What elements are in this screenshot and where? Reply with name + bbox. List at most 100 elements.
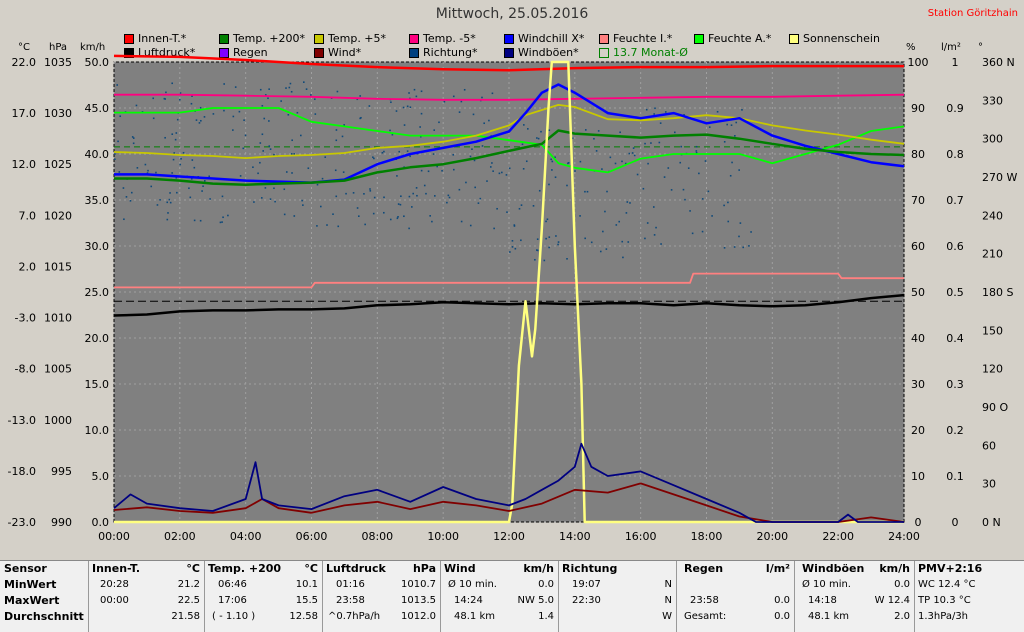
direction-point [273,187,275,190]
direction-point [687,167,690,169]
direction-point [465,181,467,184]
direction-point [723,140,726,143]
direction-point [698,172,700,175]
direction-point [574,170,576,172]
axis-direction-tick: 330 [982,94,1003,107]
direction-point [741,109,743,111]
axis-lm2-tick: 0.2 [946,424,964,437]
direction-point [406,105,409,108]
direction-point [501,171,503,174]
boeen-unit: km/h [879,562,910,575]
druck-trend: ^0.7hPa/h [328,611,381,622]
axis-kmh-tick: 10.0 [85,424,110,437]
axis-temp-tick: -3.0 [15,312,36,325]
direction-point [221,221,223,223]
direction-point [670,189,673,191]
direction-point [389,218,392,221]
regen-total-value: 0.0 [774,611,790,622]
direction-point [704,160,707,162]
direction-point [472,113,475,116]
direction-point [622,256,624,259]
axis-direction-tick: 210 [982,248,1003,261]
direction-point [391,133,394,136]
direction-point [452,154,455,156]
axis-direction-tick: 30 [982,478,996,491]
direction-point [425,192,427,195]
druck-max-time: 23:58 [336,595,365,606]
axis-percent-tick: 40 [911,332,925,345]
axis-lm2-tick: 0.4 [946,332,964,345]
direction-point [116,84,118,86]
direction-point [695,145,698,148]
direction-point [684,198,686,201]
direction-point [496,207,498,210]
direction-point [667,167,670,169]
direction-point [595,150,598,152]
direction-point [335,195,338,198]
direction-point [406,150,409,152]
direction-point [335,129,338,131]
direction-point [621,160,623,163]
axis-temp-tick: 12.0 [12,158,37,171]
boeen-min-label: Ø 10 min. [802,579,851,590]
direction-point [316,183,319,186]
direction-point [152,117,155,120]
axis-percent-tick: 60 [911,240,925,253]
direction-point [242,147,245,150]
direction-point [545,220,547,223]
direction-point [731,161,733,164]
druck-min-value: 1010.7 [401,579,436,590]
direction-point [359,95,361,97]
direction-point [446,201,448,204]
direction-point [397,215,399,218]
direction-point [364,223,366,226]
direction-point [296,111,299,114]
stats-col-druck: Luftdruck hPa 01:16 1010.7 23:58 1013.5 ^0.… [322,561,441,632]
axis-percent-tick: 20 [911,424,925,437]
direction-point [244,134,247,137]
direction-point [383,150,385,153]
direction-point [369,188,371,190]
direction-point [492,170,494,172]
direction-point [590,241,593,244]
direction-point [176,191,178,194]
direction-point [498,172,501,175]
direction-point [203,116,206,118]
direction-point [460,220,463,223]
pmv-dewpoint: TP 10.3 °C [918,595,971,606]
direction-point [147,169,149,172]
direction-point [163,97,166,100]
direction-point [545,237,547,240]
direction-point [647,162,649,165]
direction-point [358,215,360,217]
axis-time-tick: 02:00 [164,530,196,543]
innen-min-time: 20:28 [100,579,129,590]
direction-point [689,210,691,212]
direction-point [521,143,524,146]
axis-direction-tick: 60 [982,439,996,452]
stats-panel: Sensor MinWert MaxWert Durchschnitt Inne… [0,560,1024,632]
direction-point [261,104,264,107]
direction-point [416,194,418,197]
direction-point [434,195,436,197]
direction-point [584,129,587,131]
stats-col-innen: Innen-T. °C 20:28 21.2 00:00 22.5 21.58 [88,561,205,632]
direction-point [663,176,666,178]
direction-point [156,204,159,206]
direction-point [604,210,606,213]
direction-point [136,167,139,169]
stats-col-wind: Wind km/h Ø 10 min. 0.0 14:24 NW 5.0 48.1 k… [440,561,559,632]
direction-point [566,184,568,187]
pmv-header: PMV+2:16 [918,562,983,575]
axis-kmh-tick: 45.0 [85,102,110,115]
axis-kmh-tick: 35.0 [85,194,110,207]
direction-point [232,129,234,131]
axis-direction-tick: 360 N [982,56,1015,69]
direction-point [522,168,525,170]
label-min: MinWert [4,578,57,591]
temp-min-value: 10.1 [295,579,318,590]
direction-point [223,109,225,112]
direction-point [586,190,589,193]
axis-hpa-tick: 1015 [44,260,72,273]
direction-point [550,158,552,161]
